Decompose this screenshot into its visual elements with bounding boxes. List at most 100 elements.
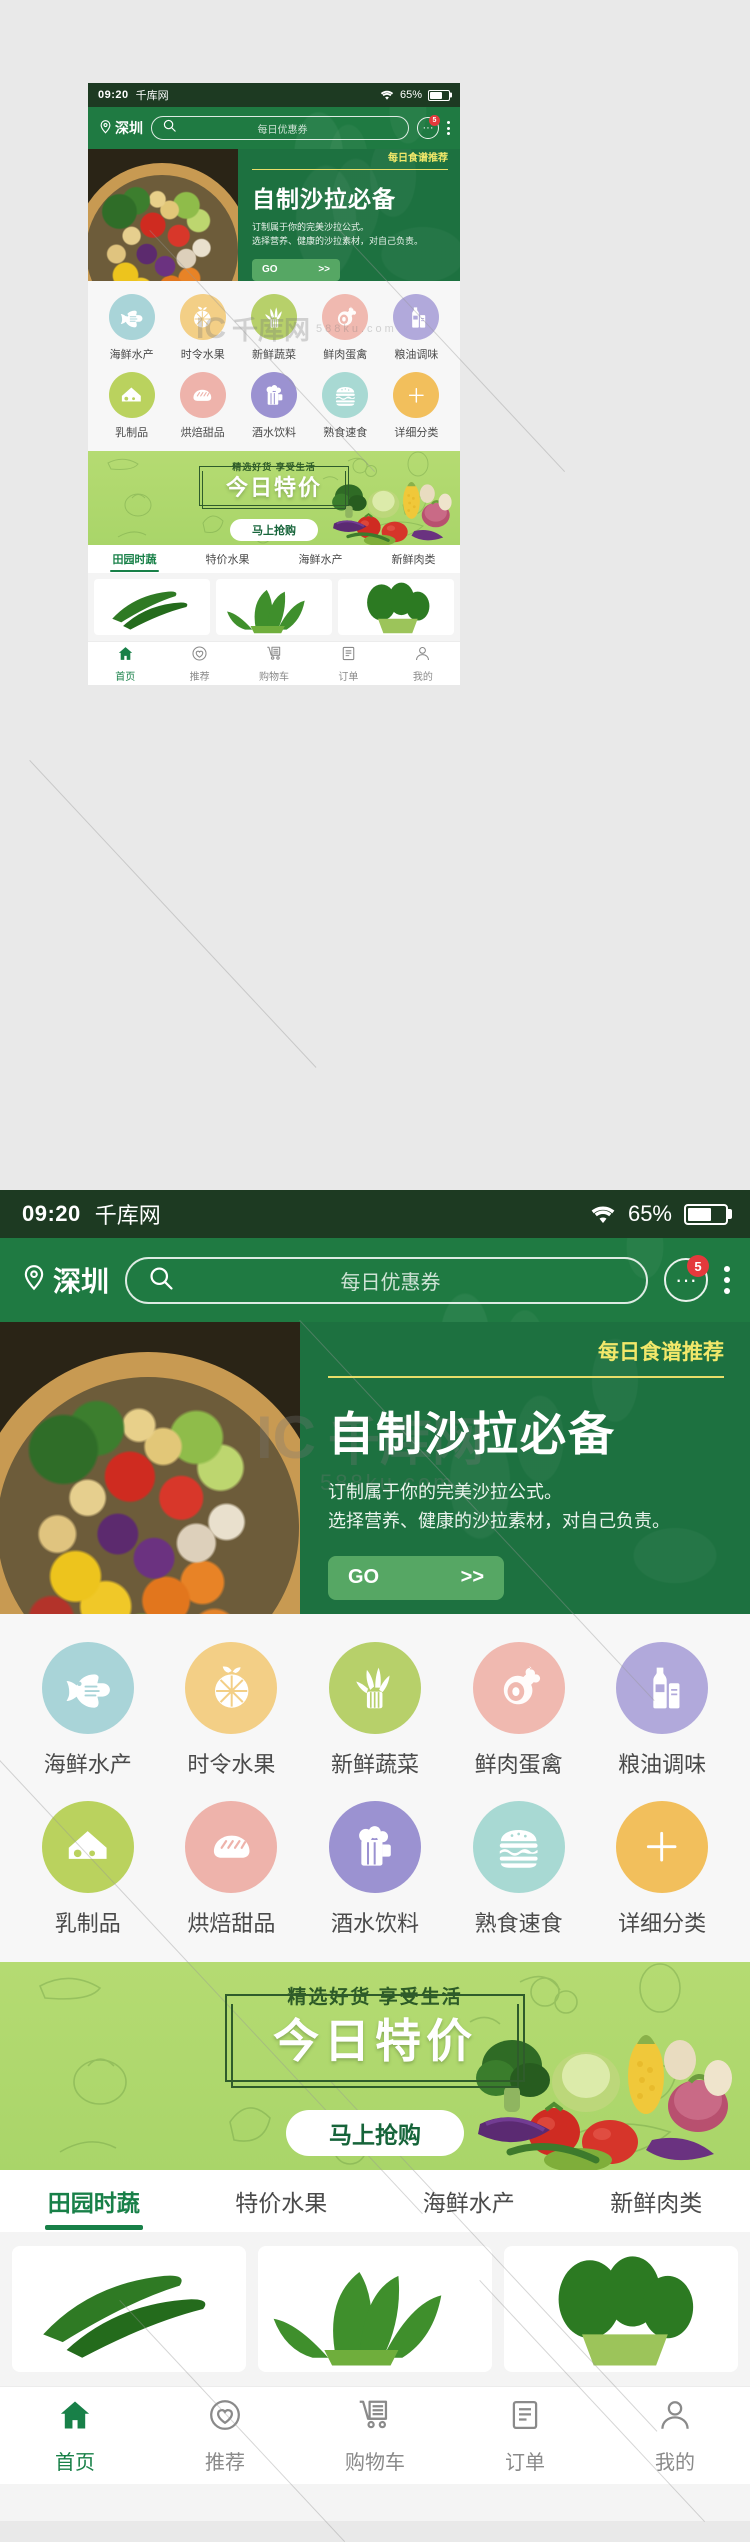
hero-go-button[interactable]: GO>> bbox=[252, 259, 340, 281]
home-icon bbox=[117, 645, 134, 665]
location-selector[interactable]: 深圳 bbox=[98, 118, 143, 138]
search-input[interactable]: 每日优惠券 bbox=[125, 1257, 648, 1304]
battery-percent: 65% bbox=[628, 1201, 672, 1227]
promo-banner[interactable]: 精选好货 享受生活今日特价马上抢购 bbox=[88, 451, 460, 545]
bokchoy-card[interactable] bbox=[504, 2246, 738, 2372]
category-item-fish[interactable]: 海鲜水产 bbox=[16, 1642, 160, 1779]
cucumber-card[interactable] bbox=[94, 579, 210, 635]
category-item-cheese[interactable]: 乳制品 bbox=[96, 372, 167, 440]
nav-label: 购物车 bbox=[259, 668, 289, 683]
tab-0[interactable]: 田园时蔬 bbox=[88, 545, 181, 573]
category-item-vegetable[interactable]: 新鲜蔬菜 bbox=[238, 294, 309, 362]
promo-cta-button[interactable]: 马上抢购 bbox=[230, 519, 318, 541]
nav-cart[interactable]: 购物车 bbox=[300, 2387, 450, 2484]
more-vertical-icon[interactable] bbox=[447, 121, 450, 135]
battery-icon bbox=[428, 90, 450, 101]
nav-label: 推荐 bbox=[205, 2446, 245, 2475]
category-item-burger[interactable]: 熟食速食 bbox=[447, 1801, 591, 1938]
category-row: 海鲜水产时令水果新鲜蔬菜鲜肉蛋禽粮油调味 bbox=[16, 1642, 734, 1779]
hero-banner[interactable]: 每日食谱推荐自制沙拉必备订制属于你的完美沙拉公式。选择营养、健康的沙拉素材，对自… bbox=[88, 149, 460, 281]
nav-user[interactable]: 我的 bbox=[386, 642, 460, 685]
category-item-ham[interactable]: 鲜肉蛋禽 bbox=[447, 1642, 591, 1779]
category-item-orange[interactable]: 时令水果 bbox=[167, 294, 238, 362]
category-item-bottle[interactable]: 粮油调味 bbox=[590, 1642, 734, 1779]
cucumber-card[interactable] bbox=[12, 2246, 246, 2372]
ham-icon bbox=[473, 1642, 565, 1734]
category-label: 烘焙甜品 bbox=[181, 424, 225, 440]
lettuce-card[interactable] bbox=[216, 579, 332, 635]
hero-go-button[interactable]: GO>> bbox=[328, 1556, 504, 1600]
category-item-bread[interactable]: 烘焙甜品 bbox=[160, 1801, 304, 1938]
category-item-beer[interactable]: 酒水饮料 bbox=[238, 372, 309, 440]
category-label: 鲜肉蛋禽 bbox=[475, 1747, 563, 1779]
hero-go-arrow: >> bbox=[318, 264, 330, 275]
nav-label: 购物车 bbox=[345, 2446, 405, 2475]
nav-heart[interactable]: 推荐 bbox=[162, 642, 236, 685]
vegetable-icon bbox=[251, 294, 297, 340]
cheese-icon bbox=[109, 372, 155, 418]
burger-icon bbox=[473, 1801, 565, 1893]
promo-title: 今日特价 bbox=[226, 470, 322, 502]
tab-3[interactable]: 新鲜肉类 bbox=[367, 545, 460, 573]
nav-label: 订单 bbox=[505, 2446, 545, 2475]
search-input[interactable]: 每日优惠券 bbox=[151, 116, 409, 140]
category-item-bread[interactable]: 烘焙甜品 bbox=[167, 372, 238, 440]
category-item-ham[interactable]: 鲜肉蛋禽 bbox=[310, 294, 381, 362]
category-item-cheese[interactable]: 乳制品 bbox=[16, 1801, 160, 1938]
tab-2[interactable]: 海鲜水产 bbox=[274, 545, 367, 573]
map-pin-icon bbox=[98, 119, 113, 137]
cart-icon bbox=[357, 2397, 393, 2439]
tab-2[interactable]: 海鲜水产 bbox=[375, 2170, 563, 2232]
lettuce-card[interactable] bbox=[258, 2246, 492, 2372]
category-item-plus[interactable]: 详细分类 bbox=[590, 1801, 734, 1938]
vegetable-icon bbox=[329, 1642, 421, 1734]
nav-clipboard[interactable]: 订单 bbox=[311, 642, 385, 685]
category-item-fish[interactable]: 海鲜水产 bbox=[96, 294, 167, 362]
nav-cart[interactable]: 购物车 bbox=[237, 642, 311, 685]
bread-icon bbox=[185, 1801, 277, 1893]
hero-subtitle: 订制属于你的完美沙拉公式。选择营养、健康的沙拉素材，对自己负责。 bbox=[328, 1478, 724, 1536]
category-item-bottle[interactable]: 粮油调味 bbox=[381, 294, 452, 362]
nav-clipboard[interactable]: 订单 bbox=[450, 2387, 600, 2484]
category-label: 海鲜水产 bbox=[110, 346, 154, 362]
promo-banner[interactable]: 精选好货 享受生活今日特价马上抢购 bbox=[0, 1962, 750, 2170]
hero-subtitle-line2: 选择营养、健康的沙拉素材，对自己负责。 bbox=[328, 1507, 724, 1536]
category-label: 时令水果 bbox=[187, 1747, 275, 1779]
promo-title-frame: 今日特价 bbox=[225, 1994, 525, 2082]
nav-home[interactable]: 首页 bbox=[88, 642, 162, 685]
category-item-vegetable[interactable]: 新鲜蔬菜 bbox=[303, 1642, 447, 1779]
nav-user[interactable]: 我的 bbox=[600, 2387, 750, 2484]
nav-home[interactable]: 首页 bbox=[0, 2387, 150, 2484]
hero-banner[interactable]: 每日食谱推荐自制沙拉必备订制属于你的完美沙拉公式。选择营养、健康的沙拉素材，对自… bbox=[0, 1322, 750, 1614]
hero-divider bbox=[328, 1376, 724, 1378]
message-button[interactable]: ···5 bbox=[417, 117, 439, 139]
message-badge: 5 bbox=[429, 115, 440, 126]
nav-heart[interactable]: 推荐 bbox=[150, 2387, 300, 2484]
location-selector[interactable]: 深圳 bbox=[20, 1260, 109, 1300]
category-label: 乳制品 bbox=[115, 424, 148, 440]
tab-1[interactable]: 特价水果 bbox=[181, 545, 274, 573]
category-grid: 海鲜水产时令水果新鲜蔬菜鲜肉蛋禽粮油调味乳制品烘焙甜品酒水饮料熟食速食详细分类 bbox=[0, 1614, 750, 1962]
category-item-burger[interactable]: 熟食速食 bbox=[310, 372, 381, 440]
category-item-beer[interactable]: 酒水饮料 bbox=[303, 1801, 447, 1938]
bokchoy-card[interactable] bbox=[338, 579, 454, 635]
fish-icon bbox=[109, 294, 155, 340]
tab-0[interactable]: 田园时蔬 bbox=[0, 2170, 188, 2232]
bottom-navigation: 首页 推荐购物车 订单我的 bbox=[88, 641, 460, 685]
heart-icon bbox=[207, 2397, 243, 2439]
hero-divider bbox=[252, 169, 448, 170]
more-vertical-icon[interactable] bbox=[724, 1266, 730, 1294]
promo-cta-button[interactable]: 马上抢购 bbox=[286, 2110, 464, 2156]
category-item-orange[interactable]: 时令水果 bbox=[160, 1642, 304, 1779]
message-button[interactable]: ···5 bbox=[664, 1258, 708, 1302]
product-list bbox=[0, 2232, 750, 2386]
fish-icon bbox=[42, 1642, 134, 1734]
search-placeholder: 每日优惠券 bbox=[155, 1266, 626, 1295]
location-label: 深圳 bbox=[53, 1260, 109, 1300]
orange-icon bbox=[180, 294, 226, 340]
category-item-plus[interactable]: 详细分类 bbox=[381, 372, 452, 440]
hero-go-arrow: >> bbox=[461, 1566, 484, 1589]
tab-3[interactable]: 新鲜肉类 bbox=[563, 2170, 750, 2232]
tab-1[interactable]: 特价水果 bbox=[188, 2170, 376, 2232]
nav-label: 首页 bbox=[115, 668, 135, 683]
